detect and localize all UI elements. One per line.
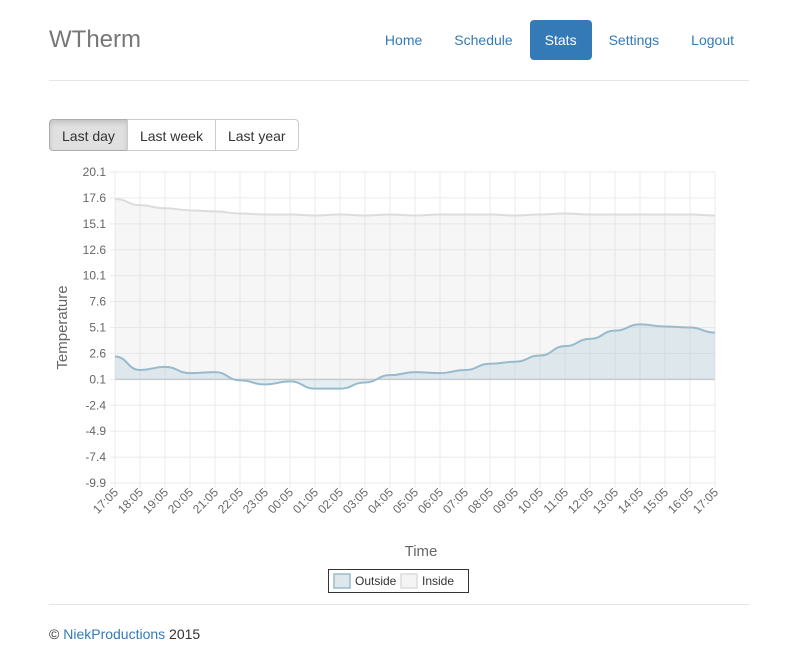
x-tick-label: 22:05 bbox=[215, 485, 246, 516]
y-tick-label: 20.1 bbox=[83, 165, 107, 179]
x-tick-label: 04:05 bbox=[365, 485, 396, 516]
x-tick-label: 11:05 bbox=[541, 485, 572, 516]
x-tick-label: 01:05 bbox=[290, 485, 321, 516]
y-tick-label: 15.1 bbox=[83, 217, 107, 231]
nav-settings[interactable]: Settings bbox=[594, 20, 675, 60]
x-tick-label: 19:05 bbox=[140, 485, 171, 516]
x-tick-label: 14:05 bbox=[615, 485, 646, 516]
x-tick-label: 18:05 bbox=[115, 485, 146, 516]
y-tick-label: -4.9 bbox=[85, 424, 106, 438]
y-tick-label: 5.1 bbox=[89, 321, 106, 335]
nav-home[interactable]: Home bbox=[370, 20, 437, 60]
legend-label-inside: Inside bbox=[422, 574, 454, 588]
y-tick-label: 0.1 bbox=[89, 372, 106, 386]
nav-stats[interactable]: Stats bbox=[529, 20, 592, 60]
chart-areas bbox=[114, 197, 716, 390]
x-tick-label: 13:05 bbox=[590, 485, 621, 516]
x-tick-label: 15:05 bbox=[640, 485, 671, 516]
legend-swatch-inside bbox=[400, 573, 418, 589]
x-tick-label: 10:05 bbox=[515, 485, 546, 516]
y-tick-label: -7.4 bbox=[85, 450, 106, 464]
temperature-chart-svg: 20.1 17.6 15.1 12.6 10.1 7.6 5.1 2.6 0.1 -2.4 -4.9… bbox=[54, 165, 721, 593]
y-axis-label: Temperature bbox=[54, 285, 71, 369]
copyright-year: 2015 bbox=[169, 626, 201, 642]
x-tick-label: 08:05 bbox=[465, 485, 496, 516]
header: WTherm Home Schedule Stats Settings Logo… bbox=[49, 0, 749, 81]
range-selector: Last day Last week Last year bbox=[49, 119, 299, 151]
footer-divider bbox=[49, 604, 749, 605]
x-tick-label: 02:05 bbox=[315, 485, 346, 516]
temperature-chart: 20.1 17.6 15.1 12.6 10.1 7.6 5.1 2.6 0.1 -2.4 -4.9… bbox=[49, 160, 749, 600]
x-tick-label: 05:05 bbox=[390, 485, 421, 516]
y-tick-label: 10.1 bbox=[83, 269, 107, 283]
author-link[interactable]: NiekProductions bbox=[63, 626, 165, 642]
x-tick-label: 07:05 bbox=[440, 485, 471, 516]
x-tick-label: 09:05 bbox=[490, 485, 521, 516]
x-tick-label: 12:05 bbox=[565, 485, 596, 516]
x-tick-label: 06:05 bbox=[415, 485, 446, 516]
y-tick-labels: 20.1 17.6 15.1 12.6 10.1 7.6 5.1 2.6 0.1 -2.4 -4.9… bbox=[83, 165, 107, 490]
y-tick-label: -9.9 bbox=[85, 476, 106, 490]
chart-legend: Outside Inside bbox=[328, 569, 469, 593]
nav-schedule[interactable]: Schedule bbox=[439, 20, 527, 60]
x-tick-label: 16:05 bbox=[665, 485, 696, 516]
x-tick-label: 20:05 bbox=[165, 485, 196, 516]
footer: © NiekProductions 2015 bbox=[49, 626, 200, 642]
y-tick-label: 7.6 bbox=[89, 295, 106, 309]
x-tick-label: 23:05 bbox=[240, 485, 271, 516]
main-nav: Home Schedule Stats Settings Logout bbox=[368, 20, 749, 60]
y-tick-label: -2.4 bbox=[85, 398, 106, 412]
x-axis-label: Time bbox=[405, 543, 438, 560]
x-tick-labels: 17:05 18:0519:0520:0521:0522:0523:0500:05… bbox=[90, 485, 721, 516]
nav-logout[interactable]: Logout bbox=[676, 20, 749, 60]
x-tick-label: 00:05 bbox=[265, 485, 296, 516]
app-brand: WTherm bbox=[49, 26, 141, 53]
legend-swatch-outside bbox=[333, 573, 351, 589]
x-tick-label: 03:05 bbox=[340, 485, 371, 516]
x-tick-label: 17:05 bbox=[690, 485, 721, 516]
copyright-symbol: © bbox=[49, 626, 60, 642]
last-day-button[interactable]: Last day bbox=[49, 119, 128, 151]
y-tick-label: 17.6 bbox=[83, 191, 107, 205]
last-week-button[interactable]: Last week bbox=[126, 119, 216, 151]
last-year-button[interactable]: Last year bbox=[214, 119, 299, 151]
y-tick-label: 2.6 bbox=[89, 346, 106, 360]
y-tick-label: 12.6 bbox=[83, 243, 107, 257]
x-tick-label: 21:05 bbox=[190, 485, 221, 516]
legend-label-outside: Outside bbox=[355, 574, 397, 588]
